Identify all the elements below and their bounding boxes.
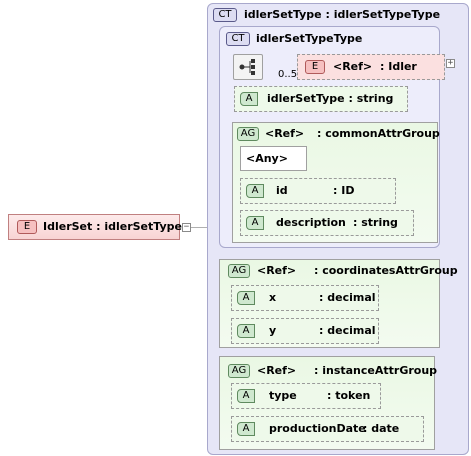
any-attribute[interactable]: <Any> — [240, 146, 307, 171]
attribute-group-coordinates: AG <Ref> : coordinatesAttrGroup A x : de… — [219, 259, 458, 348]
inner-ct-badge: CT — [226, 32, 250, 46]
attribute-type-value: : date — [363, 422, 400, 435]
attribute-x[interactable]: A x : decimal — [231, 285, 379, 311]
attribute-badge: A — [237, 324, 255, 338]
complex-type-container: CT idlerSetType : idlerSetTypeType CT id… — [207, 3, 469, 455]
root-element-label: IdlerSet : idlerSetType — [43, 220, 182, 233]
attribute-id[interactable]: A id : ID — [240, 178, 396, 204]
attr-group-ref: <Ref> — [257, 364, 297, 377]
attr-group-ref: <Ref> — [265, 127, 305, 140]
attribute-name: y — [269, 324, 277, 337]
attr-group-label: : coordinatesAttrGroup — [314, 264, 458, 277]
complex-type-label: idlerSetType : idlerSetTypeType — [244, 8, 441, 21]
attribute-name: id — [276, 184, 288, 197]
any-attribute-label: <Any> — [246, 152, 288, 165]
ref-element-badge: E — [305, 60, 325, 74]
attribute-type: : decimal — [319, 324, 376, 337]
attribute-badge: A — [237, 389, 255, 403]
ref-idler-element[interactable]: E <Ref> : Idler — [297, 54, 445, 80]
connector-root-to-ct — [190, 227, 208, 228]
attribute-type: : decimal — [319, 291, 376, 304]
attribute-type[interactable]: A type : token — [231, 383, 381, 409]
attr-group-label: : commonAttrGroup — [317, 127, 440, 140]
attribute-name: x — [269, 291, 277, 304]
collapse-toggle-root[interactable]: − — [182, 223, 191, 232]
complex-type-badge: CT — [213, 8, 237, 22]
attribute-badge: A — [240, 92, 258, 106]
attribute-name: description — [276, 216, 346, 229]
attr-group-badge: AG — [237, 127, 259, 141]
attribute-name: type — [269, 389, 297, 402]
attr-group-badge: AG — [228, 264, 250, 278]
root-element-box[interactable]: E IdlerSet : idlerSetType — [8, 214, 182, 240]
attr-group-label: : instanceAttrGroup — [314, 364, 438, 377]
attribute-badge: A — [246, 216, 264, 230]
attribute-badge: A — [237, 422, 255, 436]
ref-element-label: : Idler — [380, 60, 417, 73]
sequence-multiplicity: 0..5 — [278, 69, 298, 80]
expand-toggle-idler[interactable]: + — [446, 59, 455, 68]
attr-group-ref: <Ref> — [257, 264, 297, 277]
element-badge: E — [17, 220, 37, 234]
attribute-productionDate[interactable]: A productionDate : date — [231, 416, 424, 442]
attribute-badge: A — [246, 184, 264, 198]
attribute-label: idlerSetType : string — [267, 92, 394, 105]
attribute-idlerSetType[interactable]: A idlerSetType : string — [234, 86, 408, 112]
attribute-description[interactable]: A description : string — [240, 210, 414, 236]
attribute-group-instance: AG <Ref> : instanceAttrGroup A type : to… — [219, 356, 438, 450]
inner-complex-type: CT idlerSetTypeType 0..5 E <Ref> : Idler… — [219, 26, 445, 248]
attribute-type-value: : token — [327, 389, 371, 402]
ref-element-ref: <Ref> — [333, 60, 373, 73]
attribute-name: productionDate — [269, 422, 366, 435]
inner-ct-label: idlerSetTypeType — [256, 32, 363, 45]
attribute-type: : ID — [333, 184, 355, 197]
attribute-badge: A — [237, 291, 255, 305]
attribute-type: : string — [353, 216, 398, 229]
sequence-compositor[interactable] — [233, 54, 263, 80]
sequence-icon — [239, 59, 255, 75]
attribute-y[interactable]: A y : decimal — [231, 318, 379, 344]
attr-group-badge: AG — [228, 364, 250, 378]
attribute-group-common: AG <Ref> : commonAttrGroup <Any> A id : … — [232, 122, 440, 243]
